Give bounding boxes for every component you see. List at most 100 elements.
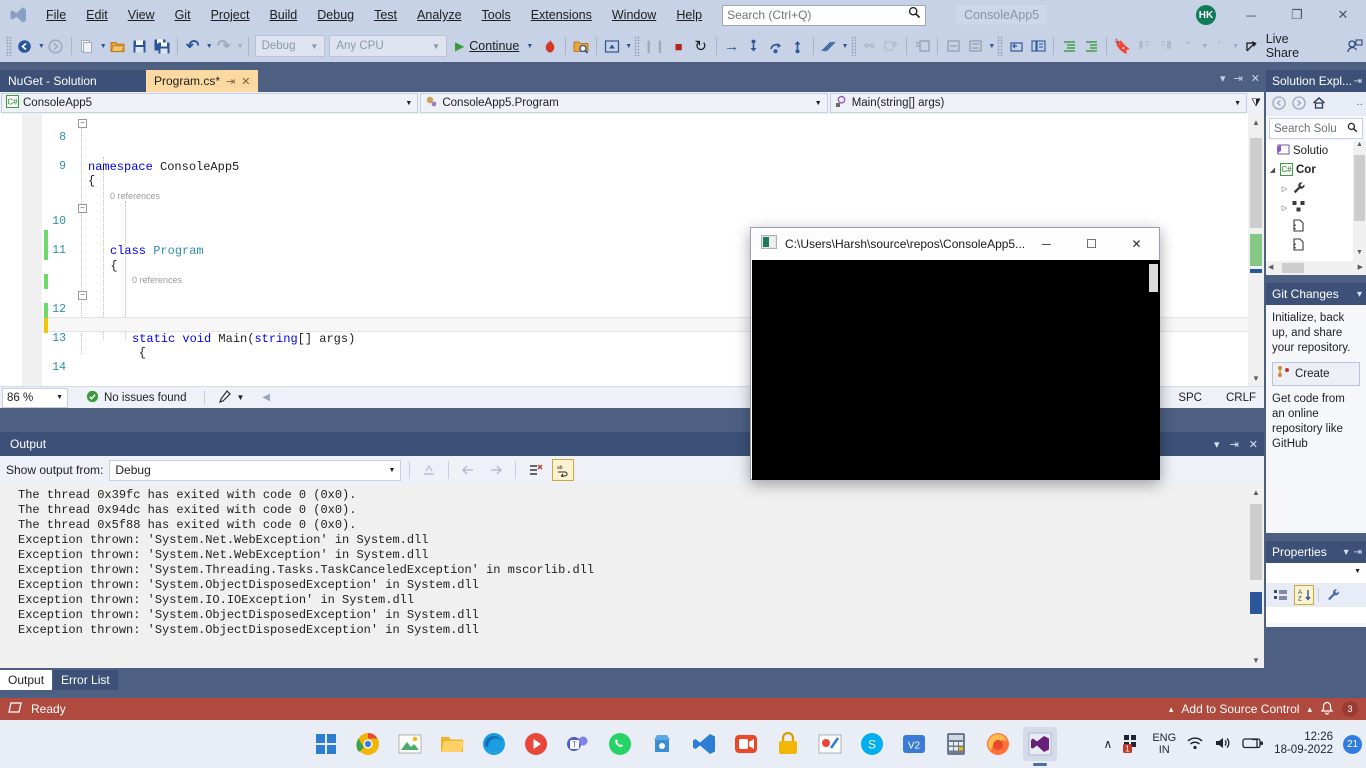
search-box[interactable] bbox=[722, 4, 927, 26]
new-item-icon[interactable] bbox=[76, 34, 98, 58]
tree-node-file[interactable] bbox=[1266, 217, 1366, 236]
pin-icon[interactable]: ⇥ bbox=[1354, 547, 1362, 558]
expand-triangle-icon[interactable]: ◢ bbox=[1268, 166, 1277, 174]
restart-button[interactable]: ↻ bbox=[690, 34, 712, 58]
tree-node-file[interactable] bbox=[1266, 236, 1366, 255]
menu-file[interactable]: File bbox=[36, 0, 76, 30]
expand-triangle-icon[interactable]: ▷ bbox=[1280, 204, 1289, 212]
pin-icon[interactable]: ⇥ bbox=[1230, 438, 1239, 451]
chevron-down-icon[interactable]: ▾ bbox=[1214, 438, 1220, 451]
menu-project[interactable]: Project bbox=[201, 0, 260, 30]
chevron-down-icon[interactable]: ▾ bbox=[1220, 72, 1226, 85]
menu-extensions[interactable]: Extensions bbox=[521, 0, 602, 30]
store-icon[interactable] bbox=[645, 727, 679, 761]
properties-grid[interactable] bbox=[1266, 607, 1366, 623]
solution-explorer-tree[interactable]: Solutio ◢ C# Cor ▷ ▷ ▲ ▼ bbox=[1266, 141, 1366, 261]
split-view-icon[interactable]: ⧩ bbox=[1248, 97, 1264, 110]
paint-icon[interactable] bbox=[813, 727, 847, 761]
feedback-icon[interactable] bbox=[1344, 34, 1366, 58]
chrome-icon[interactable] bbox=[351, 727, 385, 761]
notification-tray-icon[interactable]: 1 bbox=[1122, 733, 1142, 756]
firefox-icon[interactable] bbox=[981, 727, 1015, 761]
scroll-down-button[interactable]: ▼ bbox=[1248, 652, 1264, 668]
continue-button[interactable]: ▶ Continue ▼ bbox=[449, 34, 539, 58]
window-close-button[interactable]: ✕ bbox=[1320, 0, 1366, 30]
navbar-type-combo[interactable]: ConsoleApp5.Program ▼ bbox=[420, 93, 828, 113]
threads-dropdown[interactable]: ▼ bbox=[842, 43, 849, 50]
navbar-member-combo[interactable]: Main(string[] args) ▼ bbox=[829, 93, 1248, 113]
output-source-combo[interactable]: Debug ▼ bbox=[109, 459, 402, 481]
output-text-area[interactable]: The thread 0x39fc has exited with code 0… bbox=[0, 484, 1264, 668]
break-all-button[interactable]: ❙❙ bbox=[642, 34, 668, 58]
threads-icon[interactable] bbox=[818, 34, 840, 58]
categorized-view-icon[interactable] bbox=[1270, 585, 1290, 605]
account-avatar[interactable]: HK bbox=[1196, 5, 1216, 25]
battery-icon[interactable] bbox=[1242, 736, 1264, 753]
skype-icon[interactable]: S bbox=[855, 727, 889, 761]
home-icon[interactable] bbox=[1312, 96, 1326, 113]
solution-configuration-combo[interactable]: Debug ▼ bbox=[254, 35, 326, 57]
scroll-down-button[interactable]: ▼ bbox=[1248, 370, 1264, 386]
tab-error-list[interactable]: Error List bbox=[53, 670, 118, 690]
show-next-statement-icon[interactable]: → bbox=[721, 34, 743, 58]
close-icon[interactable]: ✕ bbox=[241, 75, 250, 88]
add-module-icon[interactable] bbox=[880, 34, 902, 58]
wifi-icon[interactable] bbox=[1186, 735, 1204, 754]
menu-help[interactable]: Help bbox=[666, 0, 712, 30]
stop-debugging-button[interactable]: ■ bbox=[668, 34, 690, 58]
properties-object-combo[interactable]: ▼ bbox=[1266, 563, 1366, 583]
previous-bookmark-icon[interactable] bbox=[1133, 34, 1155, 58]
increase-indent-icon[interactable] bbox=[1058, 34, 1080, 58]
open-folder-icon[interactable] bbox=[107, 34, 129, 58]
console-minimize-button[interactable]: ─ bbox=[1024, 228, 1069, 260]
comment-selection-icon[interactable]: " bbox=[1177, 34, 1199, 58]
code-lens-references[interactable]: 0 references bbox=[132, 273, 182, 288]
menu-tools[interactable]: Tools bbox=[472, 0, 521, 30]
attach-to-process-icon[interactable] bbox=[570, 34, 592, 58]
expand-triangle-icon[interactable]: ▷ bbox=[1280, 185, 1289, 193]
new-item-dropdown[interactable]: ▼ bbox=[100, 43, 107, 50]
navbar-project-combo[interactable]: C# ConsoleApp5 ▼ bbox=[1, 93, 419, 113]
scroll-up-button[interactable]: ▲ bbox=[1248, 114, 1264, 130]
previous-change-icon[interactable]: ◀ bbox=[262, 392, 270, 403]
scrollbar-thumb[interactable] bbox=[1354, 155, 1365, 221]
scrollbar-thumb[interactable] bbox=[1149, 264, 1158, 292]
scrollbar-thumb[interactable] bbox=[1250, 504, 1262, 580]
save-all-icon[interactable] bbox=[151, 34, 173, 58]
windows-start-icon[interactable] bbox=[309, 727, 343, 761]
tree-node-project[interactable]: ◢ C# Cor bbox=[1266, 160, 1366, 179]
step-into-icon[interactable] bbox=[743, 34, 765, 58]
outline-dropdown[interactable]: ▼ bbox=[988, 43, 995, 50]
v2-icon[interactable]: V2 bbox=[897, 727, 931, 761]
undo-icon[interactable]: ↶ bbox=[182, 34, 204, 58]
uncomment-selection-icon[interactable]: ' bbox=[1208, 34, 1230, 58]
tray-notification-badge[interactable]: 21 bbox=[1343, 734, 1362, 754]
magnifier-icon[interactable] bbox=[1347, 122, 1358, 136]
visual-studio-icon[interactable] bbox=[1023, 727, 1057, 761]
go-to-definition-icon[interactable] bbox=[1005, 34, 1027, 58]
scroll-right-button[interactable]: ▶ bbox=[1358, 263, 1363, 271]
zoom-icon[interactable] bbox=[729, 727, 763, 761]
navigate-backward-dropdown[interactable]: ▼ bbox=[38, 43, 45, 50]
decrease-indent-icon[interactable] bbox=[1080, 34, 1102, 58]
comment-block-icon[interactable] bbox=[911, 34, 933, 58]
navigate-backward-button[interactable] bbox=[14, 34, 36, 58]
step-out-icon[interactable] bbox=[787, 34, 809, 58]
source-control-chevron-icon[interactable]: ▴ bbox=[1307, 704, 1312, 715]
hot-reload-flame-icon[interactable] bbox=[539, 34, 561, 58]
scroll-down-button[interactable]: ▼ bbox=[1353, 249, 1366, 261]
menu-window[interactable]: Window bbox=[602, 0, 666, 30]
search-input[interactable] bbox=[727, 8, 909, 22]
tab-nuget-solution[interactable]: NuGet - Solution bbox=[0, 70, 146, 92]
calculator-icon[interactable] bbox=[939, 727, 973, 761]
line-ending-indicator[interactable]: CRLF bbox=[1226, 392, 1256, 404]
bookmark-icon[interactable]: 🔖 bbox=[1111, 34, 1133, 58]
fold-toggle[interactable]: − bbox=[78, 119, 87, 128]
tree-node-dependencies[interactable]: ▷ bbox=[1266, 198, 1366, 217]
edge-icon[interactable] bbox=[477, 727, 511, 761]
save-icon[interactable] bbox=[129, 34, 151, 58]
collapse-outline-icon[interactable] bbox=[942, 34, 964, 58]
go-to-previous-message-icon[interactable] bbox=[457, 459, 479, 481]
find-message-source-icon[interactable] bbox=[418, 459, 440, 481]
console-scrollbar[interactable] bbox=[1146, 260, 1160, 480]
